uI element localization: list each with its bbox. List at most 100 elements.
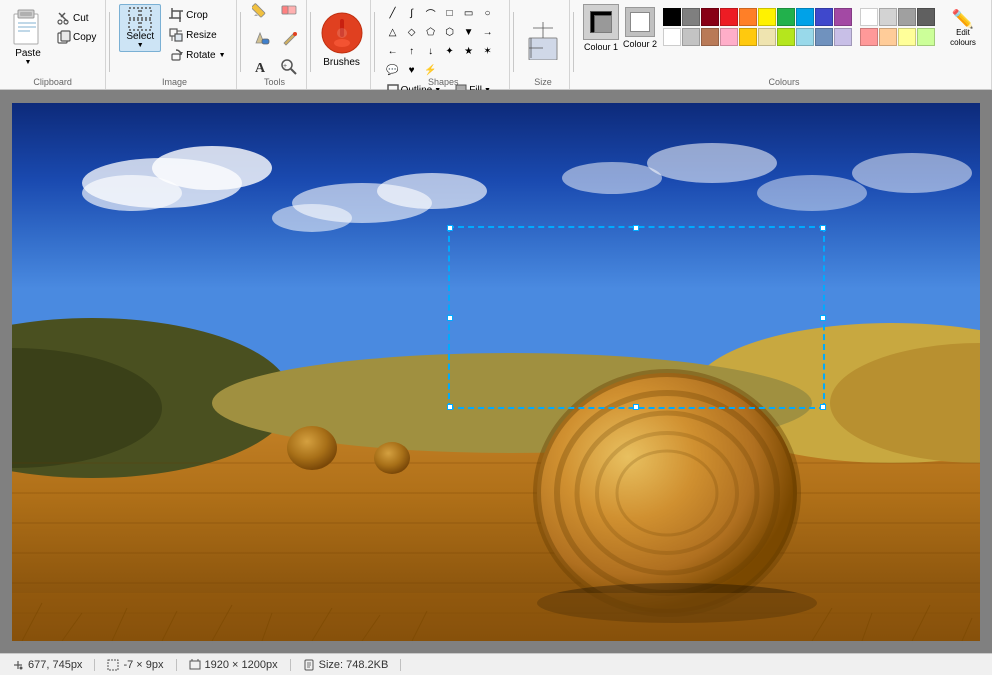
shape-arrow-r[interactable]: → (479, 23, 497, 41)
shape-star4[interactable]: ✦ (441, 42, 459, 60)
pencil-icon (252, 0, 270, 18)
shape-triangle[interactable]: △ (384, 23, 402, 41)
size-button[interactable] (523, 16, 563, 64)
shape-arrow-l[interactable]: ← (384, 42, 402, 60)
color-picker-button[interactable] (278, 27, 300, 52)
resize-button[interactable]: Resize (165, 26, 229, 44)
colour-cornflower[interactable] (815, 28, 833, 46)
edit-colours-button[interactable]: ✏️ Edit colours (941, 8, 985, 49)
shape-more[interactable]: ▼ (460, 23, 478, 41)
paste-button[interactable]: Paste ▼ (6, 4, 50, 68)
paste-icon (10, 6, 46, 48)
colour-green[interactable] (777, 8, 795, 26)
selection-size-display: -7 × 9px (95, 659, 176, 671)
size-icon (527, 20, 559, 60)
fill-icon (252, 29, 270, 47)
palette-row-1 (663, 8, 852, 26)
colours-group: Colour 1 Colour 2 (577, 0, 992, 89)
colour-cyan[interactable] (796, 8, 814, 26)
shapes-label: Shapes (378, 75, 509, 87)
fill-button[interactable] (250, 27, 272, 52)
colour-red[interactable] (720, 8, 738, 26)
file-size-display: Size: 748.2KB (291, 659, 402, 671)
palette-row-2 (663, 28, 852, 46)
extra-colour-2[interactable] (879, 8, 897, 26)
rotate-icon (169, 48, 183, 62)
file-size-icon (303, 659, 315, 671)
colour-yellow[interactable] (758, 8, 776, 26)
image-size-icon (189, 659, 201, 671)
select-button[interactable]: Select ▼ (119, 4, 161, 52)
edit-colours-label: Edit colours (943, 28, 983, 47)
crop-label: Crop (186, 10, 208, 21)
extra-colour-3[interactable] (898, 8, 916, 26)
shape-diamond[interactable]: ◇ (403, 23, 421, 41)
select-icon (128, 7, 152, 31)
paste-dropdown-arrow: ▼ (25, 59, 32, 66)
shape-pentagon[interactable]: ⬠ (422, 23, 440, 41)
rotate-arrow: ▼ (219, 52, 226, 59)
shape-arrow-d[interactable]: ↓ (422, 42, 440, 60)
brushes-group: Brushes (314, 0, 371, 89)
shape-ellipse[interactable]: ○ (479, 4, 497, 22)
extra-colour-7[interactable] (898, 28, 916, 46)
clipboard-group: Paste ▼ Cut Copy Cli (0, 0, 106, 89)
shape-star6[interactable]: ✶ (479, 42, 497, 60)
extra-colour-4[interactable] (917, 8, 935, 26)
size-group: Size (517, 0, 570, 89)
colour-brown[interactable] (701, 28, 719, 46)
colour-black[interactable] (663, 8, 681, 26)
colour-white[interactable] (663, 28, 681, 46)
ribbon: Paste ▼ Cut Copy Cli (0, 0, 992, 90)
cut-button[interactable]: Cut (54, 10, 99, 26)
shape-curve[interactable]: ∫ (403, 4, 421, 22)
colour-palette (661, 4, 854, 50)
shape-arrow-u[interactable]: ↑ (403, 42, 421, 60)
colour-darkred[interactable] (701, 8, 719, 26)
image-size-display: 1920 × 1200px (177, 659, 291, 671)
colour-orange[interactable] (739, 8, 757, 26)
colour-gray[interactable] (682, 8, 700, 26)
sep1 (109, 12, 110, 72)
shape-line[interactable]: ╱ (384, 4, 402, 22)
colour-lime[interactable] (777, 28, 795, 46)
colour2-button[interactable]: Colour 2 (623, 4, 657, 49)
shape-rect[interactable]: □ (441, 4, 459, 22)
color-picker-icon (280, 29, 298, 47)
resize-label: Resize (186, 30, 217, 41)
eraser-icon (280, 0, 298, 18)
colour-purple[interactable] (834, 8, 852, 26)
image-group: Select ▼ Crop (113, 0, 236, 89)
colour-lavender[interactable] (834, 28, 852, 46)
resize-icon (169, 28, 183, 42)
extra-colour-1[interactable] (860, 8, 878, 26)
colour-blue[interactable] (815, 8, 833, 26)
sep2 (240, 12, 241, 72)
shape-hexagon[interactable]: ⬡ (441, 23, 459, 41)
copy-button[interactable]: Copy (54, 29, 99, 45)
brushes-button[interactable]: Brushes (320, 11, 364, 68)
colour-lightgray[interactable] (682, 28, 700, 46)
magnifier-icon: + (280, 58, 298, 76)
sep3 (310, 12, 311, 72)
rotate-label: Rotate (186, 50, 215, 61)
crop-button[interactable]: Crop (165, 6, 229, 24)
canvas-area[interactable] (0, 90, 992, 653)
sep5 (513, 12, 514, 72)
tools-group: A (244, 0, 307, 89)
colour-gold[interactable] (739, 28, 757, 46)
extra-colour-5[interactable] (860, 28, 878, 46)
colour1-button[interactable]: Colour 1 (583, 4, 619, 52)
extra-colour-8[interactable] (917, 28, 935, 46)
pencil-button[interactable] (250, 0, 272, 23)
shape-rect-rounded[interactable]: ▭ (460, 4, 478, 22)
rotate-button[interactable]: Rotate ▼ (165, 46, 229, 64)
brushes-label: Brushes (323, 57, 360, 68)
extra-colour-6[interactable] (879, 28, 897, 46)
colour-skyblue[interactable] (796, 28, 814, 46)
shape-star5[interactable]: ★ (460, 42, 478, 60)
shape-freeform[interactable]: ⌒ (422, 4, 440, 22)
colour-pink[interactable] (720, 28, 738, 46)
colour-cream[interactable] (758, 28, 776, 46)
eraser-button[interactable] (278, 0, 300, 23)
